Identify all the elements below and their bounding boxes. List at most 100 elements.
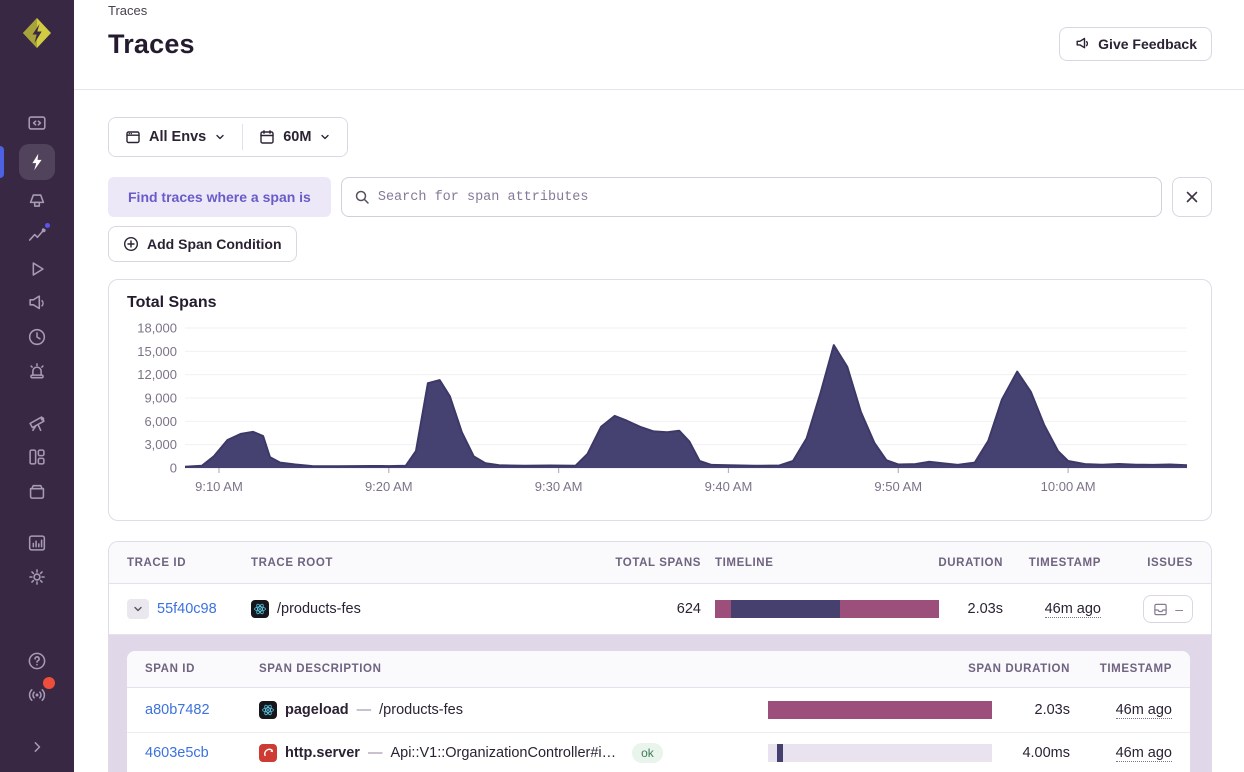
svg-text:10:00 AM: 10:00 AM [1041, 479, 1096, 494]
col-timestamp: TIMESTAMP [1028, 556, 1101, 569]
issues-count: – [1175, 601, 1183, 617]
span-row: 4603e5cb http.server — Api::V1::Organiza… [127, 733, 1190, 772]
sidebar-item-projects[interactable] [19, 106, 55, 140]
span-timestamp[interactable]: 46m ago [1115, 744, 1172, 762]
clear-search-button[interactable] [1172, 177, 1212, 217]
svg-text:12,000: 12,000 [137, 367, 177, 382]
span-row: a80b7482 pageload — /products-fes 2.03s … [127, 688, 1190, 733]
col-span-duration: SPAN DURATION [968, 663, 1070, 675]
svg-text:9,000: 9,000 [144, 391, 177, 406]
page-header: Traces Traces Give Feedback [74, 0, 1244, 90]
add-span-condition-button[interactable]: Add Span Condition [108, 226, 297, 262]
chart-title: Total Spans [127, 294, 217, 311]
col-span-description: SPAN DESCRIPTION [259, 663, 382, 675]
sidebar-item-crons[interactable] [19, 320, 55, 354]
ruby-icon [259, 743, 277, 762]
search-icon [355, 190, 369, 204]
sidebar-collapse-button[interactable] [19, 730, 55, 764]
notification-dot-red [43, 677, 55, 689]
expanded-trace-panel: SPAN ID SPAN DESCRIPTION SPAN DURATION T… [109, 634, 1211, 772]
total-spans-area-chart: 0 3,000 6,000 9,000 12,000 15,000 18,000 9:10 A… [137, 321, 1188, 494]
sidebar-item-issues[interactable] [19, 72, 55, 106]
search-input[interactable] [377, 189, 1149, 205]
react-icon [251, 600, 269, 618]
collapse-trace-button[interactable] [127, 599, 149, 619]
traces-table: TRACE ID TRACE ROOT TOTAL SPANS TIMELINE… [108, 541, 1212, 772]
svg-text:3,000: 3,000 [144, 437, 177, 452]
span-id-link[interactable]: 4603e5cb [145, 745, 245, 761]
time-range-filter[interactable]: 60M [243, 118, 348, 156]
plus-circle-icon [123, 236, 139, 252]
span-description: /products-fes [379, 702, 463, 718]
breadcrumb[interactable]: Traces [108, 3, 1212, 18]
trace-duration: 2.03s [967, 601, 1003, 617]
sidebar-item-stats[interactable] [19, 526, 55, 560]
span-status-badge: ok [632, 742, 663, 763]
total-spans-chart-card: Total Spans 0 3,000 6,000 9,000 12,000 15,000… [108, 279, 1212, 521]
col-total-spans: TOTAL SPANS [615, 556, 701, 569]
span-op: pageload [285, 702, 349, 718]
span-duration-bar [768, 701, 992, 719]
spans-table-header: SPAN ID SPAN DESCRIPTION SPAN DURATION T… [127, 651, 1190, 688]
svg-text:9:30 AM: 9:30 AM [535, 479, 583, 494]
svg-text:9:10 AM: 9:10 AM [195, 479, 243, 494]
close-icon [1186, 191, 1198, 203]
span-op: http.server [285, 744, 360, 761]
span-attribute-search[interactable] [340, 177, 1162, 217]
span-duration: 2.03s [1034, 702, 1070, 718]
sidebar-item-dashboards[interactable] [19, 440, 55, 474]
col-issues: ISSUES [1147, 556, 1193, 569]
sidebar-item-replays[interactable] [19, 252, 55, 286]
page-title: Traces [108, 28, 195, 59]
active-indicator [0, 146, 4, 178]
col-timeline: TIMELINE [715, 556, 774, 569]
sidebar [0, 0, 74, 772]
issues-icon [1154, 603, 1167, 615]
col-span-timestamp: TIMESTAMP [1099, 663, 1172, 675]
environment-filter[interactable]: All Envs [109, 118, 243, 156]
svg-text:0: 0 [170, 461, 177, 476]
chevron-down-icon [321, 134, 330, 140]
svg-text:9:20 AM: 9:20 AM [365, 479, 413, 494]
chevron-down-icon [134, 606, 142, 612]
sidebar-item-whats-new[interactable] [19, 677, 55, 712]
span-duration-bar [768, 743, 992, 762]
trace-timestamp[interactable]: 46m ago [1044, 601, 1101, 618]
sidebar-item-performance[interactable] [19, 218, 55, 252]
trace-root-name: /products-fes [277, 601, 361, 617]
notification-dot [43, 221, 52, 230]
sidebar-item-releases[interactable] [19, 474, 55, 508]
svg-text:9:50 AM: 9:50 AM [874, 479, 922, 494]
sentry-logo[interactable] [18, 14, 56, 52]
span-timestamp[interactable]: 46m ago [1115, 702, 1172, 719]
sidebar-item-feedback[interactable] [19, 286, 55, 320]
col-trace-root: TRACE ROOT [251, 556, 334, 569]
give-feedback-button[interactable]: Give Feedback [1059, 27, 1212, 61]
span-duration: 4.00ms [1022, 744, 1070, 761]
calendar-icon [260, 130, 274, 144]
trace-timeline-bar [715, 600, 939, 618]
svg-text:9:40 AM: 9:40 AM [705, 479, 753, 494]
chevron-down-icon [216, 134, 224, 140]
col-trace-id: TRACE ID [127, 556, 187, 569]
total-spans-value: 624 [676, 601, 701, 617]
trace-id-link[interactable]: 55f40c98 [157, 601, 217, 617]
sidebar-item-traces-active[interactable] [0, 144, 55, 180]
svg-text:6,000: 6,000 [144, 414, 177, 429]
megaphone-icon [1076, 37, 1089, 49]
col-span-id: SPAN ID [145, 663, 195, 675]
query-builder-label: Find traces where a span is [108, 177, 331, 217]
page-filter-bar: All Envs 60M [108, 117, 349, 157]
svg-text:15,000: 15,000 [137, 344, 177, 359]
span-description: Api::V1::OrganizationController#i… [390, 744, 617, 761]
sidebar-item-discover[interactable] [19, 406, 55, 440]
trace-issues-button[interactable]: – [1143, 595, 1193, 623]
sidebar-item-settings[interactable] [19, 560, 55, 594]
sidebar-item-help[interactable] [19, 644, 55, 678]
react-icon [259, 701, 277, 719]
span-id-link[interactable]: a80b7482 [145, 702, 245, 718]
sidebar-item-alerts[interactable] [19, 354, 55, 388]
window-icon [126, 131, 140, 144]
spans-table: SPAN ID SPAN DESCRIPTION SPAN DURATION T… [127, 651, 1190, 772]
sidebar-item-insights[interactable] [19, 184, 55, 218]
